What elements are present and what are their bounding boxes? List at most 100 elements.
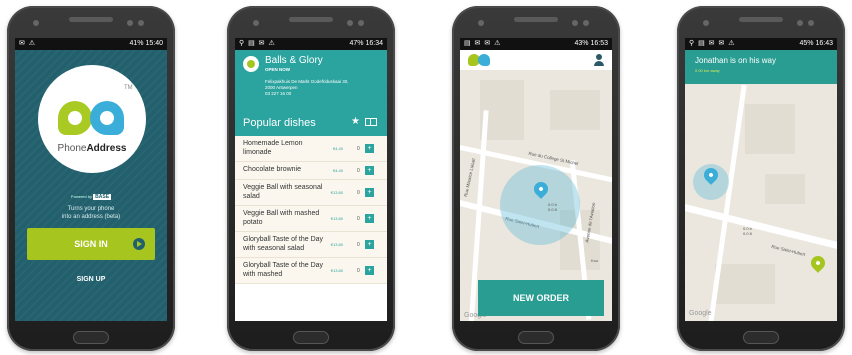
section-title: Popular dishes (243, 117, 316, 129)
home-button (293, 331, 329, 344)
sign-up-link[interactable]: SIGN UP (15, 276, 167, 283)
map-view[interactable]: Rue du College St Michel Rue Saint-Huber… (460, 70, 612, 321)
add-dish-button[interactable]: + (365, 144, 374, 153)
status-bar: ✉ ⚠ 41% 15:40 (15, 38, 167, 50)
camera (347, 20, 353, 26)
phone-menu: ⚲ ▤ ✉ ⚠ 47% 16:34 Balls & Glory OPEN NOW… (227, 6, 395, 351)
map-block (715, 264, 775, 304)
logo-name-light: Phone (57, 143, 87, 154)
dish-row: Homemade Lemon limonade €4.40 0 + (235, 136, 387, 162)
dish-price: €13.80 (330, 242, 343, 247)
sensor (478, 20, 484, 26)
logo-a-bubble-icon (90, 101, 124, 135)
phone-order: ▤ ✉ ✉ ⚠ 43% 16:53 Rue du College St Mich… (452, 6, 620, 351)
dish-row: Chocolate brownie €4.40 0 + (235, 162, 387, 180)
speaker (514, 17, 558, 22)
map-view[interactable]: Rue Saint-Hubert 0.0 b 0.0 8 Google (685, 84, 837, 321)
app-logo: TM PhoneAddress (38, 65, 146, 173)
status-icons-right: 45% 16:43 (799, 40, 833, 47)
tagline: Turns your phone into an address (beta) (15, 205, 167, 221)
status-icons-left: ✉ ⚠ (19, 40, 37, 47)
camera (127, 20, 133, 26)
dish-quantity: 0 (357, 189, 360, 196)
app-logo-icon (478, 54, 490, 66)
camera (358, 20, 364, 26)
user-icon[interactable] (594, 54, 604, 66)
restaurant-phone[interactable]: 03 227 16 00 (265, 91, 383, 97)
speaker (69, 17, 113, 22)
status-bar: ⚲ ▤ ✉ ⚠ 47% 16:34 (235, 38, 387, 50)
sensor (33, 20, 39, 26)
open-status: OPEN NOW (265, 67, 291, 72)
app-bar (460, 50, 612, 70)
house-number: 0.0 b 0.0 8 (743, 226, 752, 236)
screen-tracking: ⚲ ▤ ✉ ✉ ⚠ 45% 16:43 Jonathan is on his w… (685, 38, 837, 321)
restaurant-header: Balls & Glory OPEN NOW Felixpakhuis De M… (235, 50, 387, 136)
powered-by: Powered by BASE (15, 194, 167, 200)
star-icon[interactable]: ★ (351, 116, 360, 127)
status-icons-right: 43% 16:53 (574, 40, 608, 47)
camera (572, 20, 578, 26)
new-order-button[interactable]: NEW ORDER (478, 280, 604, 316)
add-dish-button[interactable]: + (365, 166, 374, 175)
poi-label: Koo (591, 258, 599, 263)
dish-quantity: 0 (357, 215, 360, 222)
restaurant-logo-icon (243, 56, 259, 72)
tracking-banner: Jonathan is on his way 0.00 km away (685, 50, 837, 84)
sign-in-button[interactable]: SIGN IN (27, 228, 155, 260)
camera (808, 20, 814, 26)
home-button (743, 331, 779, 344)
google-attribution: Google (689, 310, 712, 317)
dish-list: Homemade Lemon limonade €4.40 0 + Chocol… (235, 136, 387, 284)
screen-menu: ⚲ ▤ ✉ ⚠ 47% 16:34 Balls & Glory OPEN NOW… (235, 38, 387, 321)
dish-name: Gloryball Taste of the Day with mashed (243, 262, 324, 278)
status-icons-right: 47% 16:34 (349, 40, 383, 47)
dish-price: €13.80 (330, 190, 343, 195)
dish-row: Veggie Ball with seasonal salad €13.80 0… (235, 180, 387, 206)
phone-tracking: ⚲ ▤ ✉ ✉ ⚠ 45% 16:43 Jonathan is on his w… (677, 6, 845, 351)
dish-name: Gloryball Taste of the Day with seasonal… (243, 236, 324, 252)
dish-price: €4.40 (332, 168, 343, 173)
dish-name: Chocolate brownie (243, 166, 301, 174)
dish-quantity: 0 (357, 267, 360, 274)
add-dish-button[interactable]: + (365, 214, 374, 223)
signin-panel: TM PhoneAddress Powered by BASE Turns yo… (15, 50, 167, 321)
add-dish-button[interactable]: + (365, 266, 374, 275)
dish-row: Gloryball Taste of the Day with seasonal… (235, 232, 387, 258)
status-icons-left: ⚲ ▤ ✉ ✉ ⚠ (689, 40, 736, 47)
dish-quantity: 0 (357, 167, 360, 174)
arrow-right-icon (133, 238, 145, 250)
restaurant-address: Felixpakhuis De Markt Godefriduskaai 30,… (265, 79, 383, 97)
base-logo: BASE (93, 194, 112, 200)
logo-p-bubble-icon (58, 101, 92, 135)
tab-indicator (352, 132, 360, 136)
restaurant-name: Balls & Glory (265, 55, 323, 66)
dish-quantity: 0 (357, 145, 360, 152)
screen-order: ▤ ✉ ✉ ⚠ 43% 16:53 Rue du College St Mich… (460, 38, 612, 321)
status-bar: ⚲ ▤ ✉ ✉ ⚠ 45% 16:43 (685, 38, 837, 50)
house-number-line: 0.0 8 (548, 207, 557, 212)
camera (797, 20, 803, 26)
accuracy-circle (500, 165, 580, 245)
status-bar: ▤ ✉ ✉ ⚠ 43% 16:53 (460, 38, 612, 50)
logo-name-bold: Address (86, 143, 127, 154)
add-dish-button[interactable]: + (365, 240, 374, 249)
add-dish-button[interactable]: + (365, 188, 374, 197)
sensor (703, 20, 709, 26)
map-block (550, 90, 600, 130)
menu-book-icon[interactable] (365, 118, 377, 126)
speaker (739, 17, 783, 22)
house-number-line: 0.0 8 (743, 231, 752, 236)
speaker (289, 17, 333, 22)
tracking-distance: 0.00 km away (695, 68, 720, 73)
dish-name: Veggie Ball with mashed potato (243, 210, 320, 226)
tagline-line-2: into an address (beta) (61, 214, 121, 220)
dish-price: €13.80 (330, 216, 343, 221)
logo-wordmark: PhoneAddress (38, 143, 146, 154)
dish-name: Homemade Lemon limonade (243, 140, 303, 156)
trademark: TM (124, 85, 133, 91)
map-block (765, 174, 805, 204)
tagline-line-1: Turns your phone (67, 206, 115, 212)
camera (583, 20, 589, 26)
home-button (73, 331, 109, 344)
